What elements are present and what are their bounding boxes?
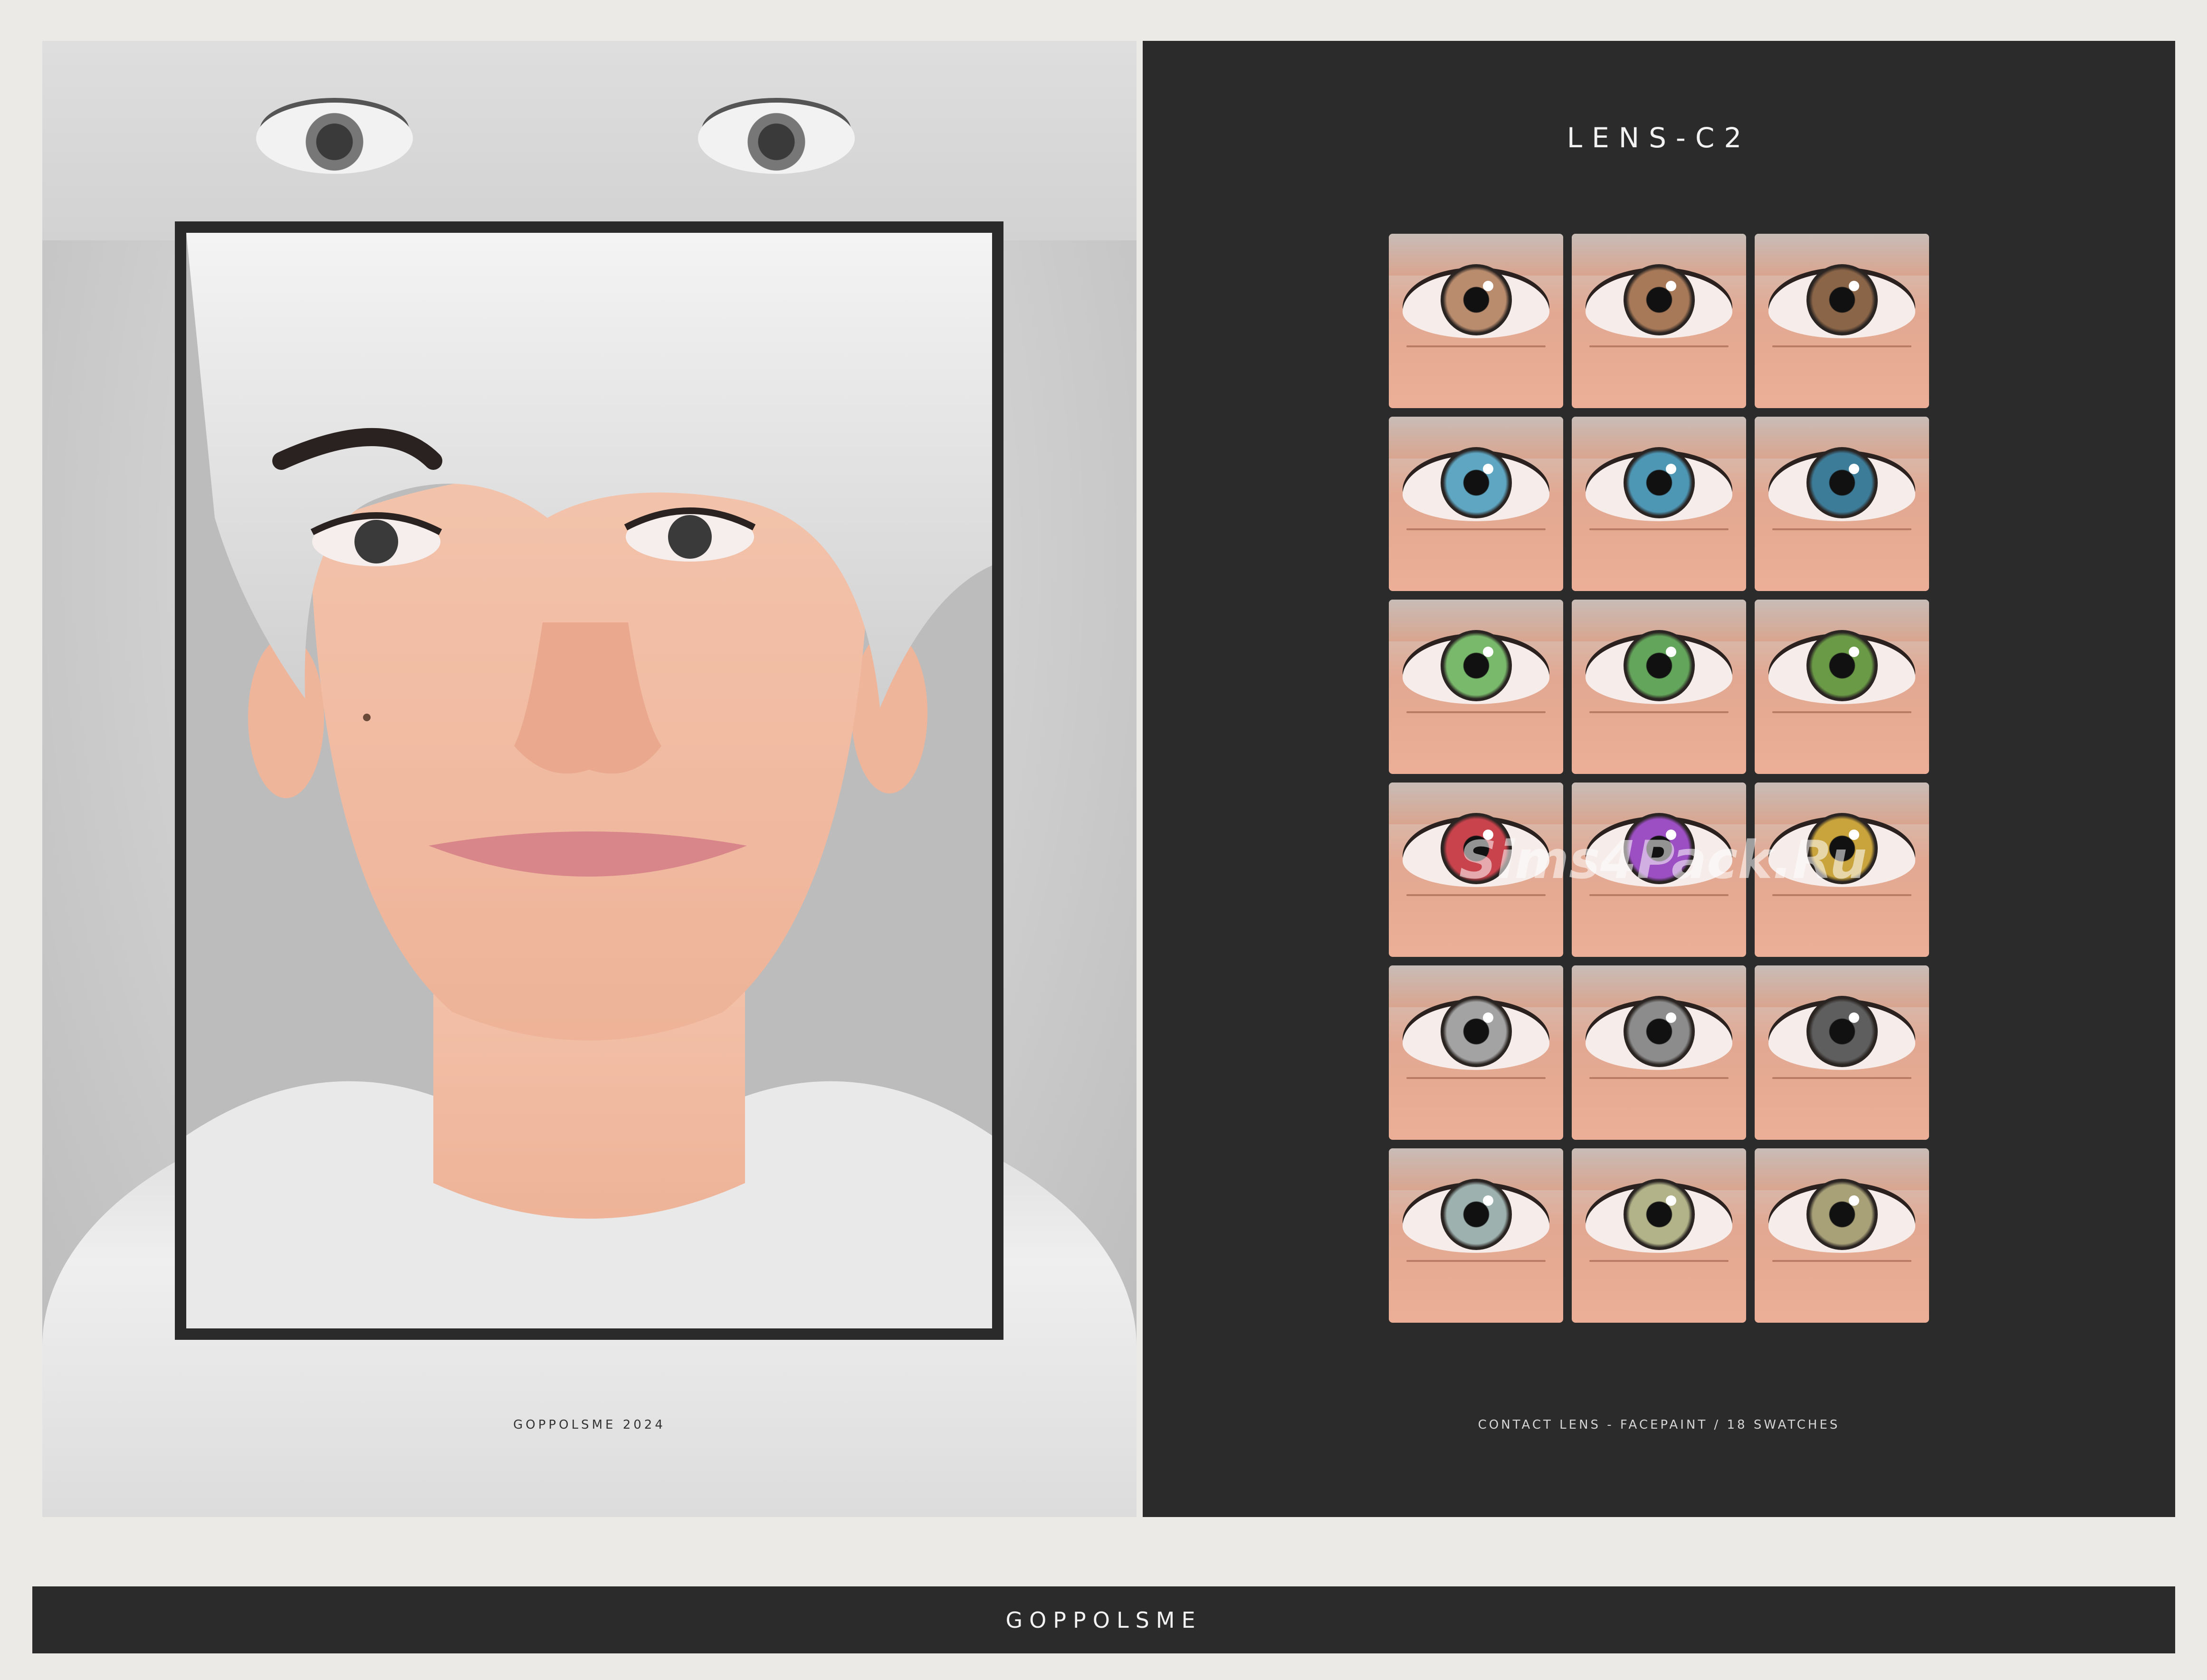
swatch-iris — [1623, 1179, 1695, 1250]
lens-swatch[interactable] — [1572, 417, 1746, 591]
swatch-lashline — [1772, 345, 1912, 347]
lens-swatch[interactable] — [1572, 600, 1746, 774]
footer-brand: GOPPOLSME — [1005, 1607, 1202, 1633]
background-closeup — [42, 41, 1137, 240]
swatch-grid — [1389, 234, 1929, 1323]
swatch-iris — [1440, 264, 1512, 336]
lens-swatch[interactable] — [1572, 1148, 1746, 1323]
lens-swatch[interactable] — [1389, 600, 1563, 774]
swatch-iris — [1806, 996, 1878, 1068]
swatch-iris — [1806, 447, 1878, 519]
swatch-lashline — [1589, 711, 1729, 713]
swatch-lashline — [1406, 528, 1546, 530]
background-eye-right — [698, 103, 855, 174]
swatch-lashline — [1406, 711, 1546, 713]
swatch-iris — [1623, 630, 1695, 702]
swatch-iris — [1440, 447, 1512, 519]
product-caption: CONTACT LENS - FACEPAINT / 18 SWATCHES — [1478, 1418, 1840, 1432]
lens-swatch[interactable] — [1755, 417, 1929, 591]
swatch-lashline — [1772, 711, 1912, 713]
lens-swatch[interactable] — [1389, 965, 1563, 1140]
swatch-lashline — [1589, 894, 1729, 896]
lens-swatch[interactable] — [1572, 234, 1746, 408]
swatch-iris — [1440, 1179, 1512, 1250]
swatch-lashline — [1406, 894, 1546, 896]
portrait-frame — [175, 221, 1003, 1340]
portrait-illustration — [186, 233, 992, 1328]
footer-bar: GOPPOLSME — [32, 1586, 2175, 1653]
swatch-iris — [1806, 264, 1878, 336]
swatch-lashline — [1589, 528, 1729, 530]
swatch-lashline — [1406, 1260, 1546, 1262]
lens-swatch[interactable] — [1755, 234, 1929, 408]
swatch-lashline — [1772, 894, 1912, 896]
portrait-photo — [186, 233, 992, 1328]
lens-swatch[interactable] — [1572, 965, 1746, 1140]
swatch-iris — [1623, 264, 1695, 336]
lens-swatch[interactable] — [1389, 417, 1563, 591]
swatch-lashline — [1589, 345, 1729, 347]
swatch-lashline — [1589, 1077, 1729, 1079]
lens-swatch[interactable] — [1389, 234, 1563, 408]
lens-swatch[interactable] — [1755, 600, 1929, 774]
credit-text: GOPPOLSME 2024 — [513, 1418, 666, 1432]
swatch-iris — [1623, 447, 1695, 519]
swatch-lashline — [1406, 345, 1546, 347]
swatch-iris — [1806, 1179, 1878, 1250]
preview-panel: GOPPOLSME 2024 — [42, 41, 1137, 1517]
swatch-lashline — [1772, 528, 1912, 530]
swatch-lashline — [1589, 1260, 1729, 1262]
swatch-iris — [1623, 996, 1695, 1068]
background-eye-left — [256, 103, 413, 174]
swatch-iris — [1440, 996, 1512, 1068]
info-panel: LENS-C2 Sims4Pack.Ru CONTACT LENS - FACE… — [1143, 41, 2175, 1517]
swatch-lashline — [1772, 1077, 1912, 1079]
watermark-text: Sims4Pack.Ru — [1459, 830, 1867, 890]
swatch-iris — [1806, 630, 1878, 702]
lens-swatch[interactable] — [1755, 1148, 1929, 1323]
swatch-lashline — [1772, 1260, 1912, 1262]
lens-swatch[interactable] — [1389, 1148, 1563, 1323]
swatch-lashline — [1406, 1077, 1546, 1079]
product-title: LENS-C2 — [1567, 122, 1751, 154]
lens-swatch[interactable] — [1755, 965, 1929, 1140]
swatch-iris — [1440, 630, 1512, 702]
